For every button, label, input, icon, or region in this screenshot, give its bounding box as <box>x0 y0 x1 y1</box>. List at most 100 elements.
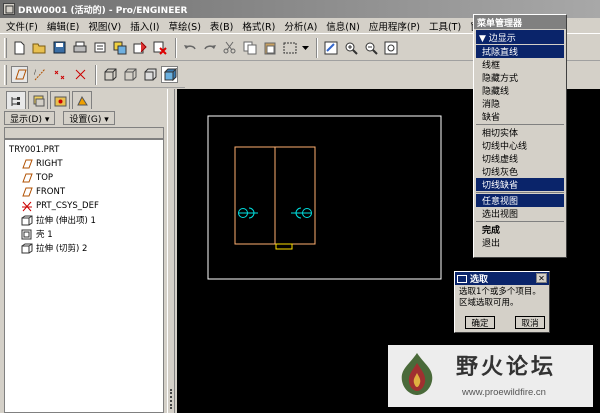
menu-edit[interactable]: 编辑(E) <box>47 19 79 33</box>
menu-table[interactable]: 表(B) <box>210 19 233 33</box>
cut-feature <box>275 243 293 250</box>
tree-label: 拉伸 (伸出项) 1 <box>36 216 96 226</box>
menu-option-no-hidden[interactable]: 消隐 <box>476 97 564 110</box>
display-toolbar: / <box>0 62 185 88</box>
zoom-fit-icon[interactable] <box>382 39 399 56</box>
model-tree: TRY001.PRT RIGHT TOP FRONT PRT_CSYS_DEF … <box>4 139 164 413</box>
menu-option-default[interactable]: 缺省 <box>476 110 564 123</box>
menu-option-tangent-dashed[interactable]: 切线虚线 <box>476 152 564 165</box>
menu-tools[interactable]: 工具(T) <box>429 19 461 33</box>
toolbar-separator <box>95 64 97 85</box>
paste-icon[interactable] <box>261 39 278 56</box>
datum-point-icon[interactable] <box>51 66 68 83</box>
hidden-line-icon[interactable] <box>121 66 138 83</box>
menu-info[interactable]: 信息(N) <box>326 19 360 33</box>
close-icon[interactable]: ✕ <box>536 273 547 283</box>
csys-icon <box>21 201 33 212</box>
settings-dropdown[interactable]: 设置(G) ▾ <box>63 111 115 125</box>
menu-option-tangent-solid[interactable]: 相切实体 <box>476 126 564 139</box>
favorites-tab[interactable] <box>50 91 70 109</box>
delete-icon[interactable] <box>151 39 168 56</box>
tree-node-top[interactable]: TOP <box>5 171 163 185</box>
save-icon[interactable] <box>51 39 68 56</box>
tree-node-csys[interactable]: PRT_CSYS_DEF <box>5 199 163 213</box>
select-dialog-message: 选取1个或多个项目。 区域选取可用。 <box>455 285 549 309</box>
cancel-button[interactable]: 取消 <box>515 316 545 329</box>
new-icon[interactable] <box>11 39 28 56</box>
ok-button[interactable]: 确定 <box>465 316 495 329</box>
tree-label: FRONT <box>36 187 66 197</box>
tree-label: 壳 1 <box>36 230 53 240</box>
undo-icon[interactable] <box>181 39 198 56</box>
model-tree-tab[interactable] <box>6 91 26 109</box>
zoom-in-icon[interactable] <box>342 39 359 56</box>
show-dropdown[interactable]: 显示(D) ▾ <box>4 111 56 125</box>
select-dialog-titlebar[interactable]: 选取 ✕ <box>455 272 549 285</box>
tree-label: PRT_CSYS_DEF <box>36 201 99 211</box>
menu-view[interactable]: 视图(V) <box>88 19 121 33</box>
panel-splitter[interactable] <box>167 89 175 413</box>
wireframe-icon[interactable] <box>101 66 118 83</box>
extrude-icon <box>21 215 33 226</box>
tree-node-extrude-2[interactable]: 拉伸 (切剪) 2 <box>5 241 163 255</box>
panel-buttons: 显示(D) ▾ 设置(G) ▾ <box>4 111 123 125</box>
print-icon[interactable] <box>71 39 88 56</box>
redo-icon[interactable] <box>201 39 218 56</box>
tree-node-extrude-1[interactable]: 拉伸 (伸出项) 1 <box>5 213 163 227</box>
menu-option-any-view[interactable]: 任意视图 <box>476 194 564 207</box>
select-dialog-title: 选取 <box>470 275 489 285</box>
shaded-icon[interactable] <box>161 66 178 83</box>
toolbar-separator <box>316 37 318 58</box>
send-icon[interactable] <box>91 39 108 56</box>
menu-option-hidden-mode[interactable]: 隐藏方式 <box>476 71 564 84</box>
menu-option-hidden-line[interactable]: 隐藏线 <box>476 84 564 97</box>
tree-label: RIGHT <box>36 159 63 169</box>
zoom-out-icon[interactable] <box>362 39 379 56</box>
toolbar-grip[interactable] <box>4 37 7 58</box>
datum-plane-icon[interactable] <box>11 66 28 83</box>
toolbar-separator <box>175 37 177 58</box>
menu-option-wireframe[interactable]: 线框 <box>476 58 564 71</box>
repaint-icon[interactable] <box>322 39 339 56</box>
folder-browser-tab[interactable] <box>28 91 48 109</box>
copy-icon[interactable] <box>241 39 258 56</box>
open-icon[interactable] <box>31 39 48 56</box>
hole-right <box>291 207 312 219</box>
menu-format[interactable]: 格式(R) <box>242 19 275 33</box>
menu-option-tangent-default[interactable]: 切线缺省 <box>476 178 564 191</box>
edge-display-header[interactable]: ▼ 边显示 <box>476 30 564 44</box>
menu-manager-title: 菜单管理器 <box>474 15 566 29</box>
menu-option-erase-line[interactable]: 拭除直线 <box>476 45 564 58</box>
select-dialog-buttons: 确定 取消 <box>465 316 565 329</box>
menu-analysis[interactable]: 分析(A) <box>284 19 317 33</box>
csys-icon[interactable] <box>71 66 88 83</box>
select-box-icon[interactable] <box>281 39 298 56</box>
regen-icon[interactable] <box>111 39 128 56</box>
menu-option-quit[interactable]: 退出 <box>476 236 564 249</box>
menu-option-tangent-gray[interactable]: 切线灰色 <box>476 165 564 178</box>
tree-node-front[interactable]: FRONT <box>5 185 163 199</box>
menu-sketch[interactable]: 草绘(S) <box>168 19 200 33</box>
menu-option-pick-view[interactable]: 选出视图 <box>476 207 564 220</box>
cut-icon[interactable] <box>221 39 238 56</box>
menu-applications[interactable]: 应用程序(P) <box>369 19 420 33</box>
no-hidden-icon[interactable] <box>141 66 158 83</box>
connections-tab[interactable] <box>72 91 92 109</box>
forum-watermark: 野火论坛 www.proewildfire.cn <box>388 345 593 407</box>
chevron-down-icon[interactable] <box>301 39 309 56</box>
datum-plane-icon <box>21 159 33 170</box>
tree-node-root[interactable]: TRY001.PRT <box>5 143 163 157</box>
toolbar-grip[interactable] <box>4 64 7 85</box>
datum-plane-icon <box>21 187 33 198</box>
drawing-sheet-border <box>207 115 442 280</box>
tree-node-shell[interactable]: 壳 1 <box>5 227 163 241</box>
menu-option-done[interactable]: 完成 <box>476 223 564 236</box>
select-message-line2: 区域选取可用。 <box>459 298 519 308</box>
layer-icon[interactable] <box>131 39 148 56</box>
datum-axis-icon[interactable]: / <box>31 66 48 83</box>
menu-option-tangent-centerline[interactable]: 切线中心线 <box>476 139 564 152</box>
menu-file[interactable]: 文件(F) <box>6 19 38 33</box>
tree-label: 拉伸 (切剪) 2 <box>36 244 88 254</box>
menu-insert[interactable]: 插入(I) <box>130 19 159 33</box>
tree-node-right[interactable]: RIGHT <box>5 157 163 171</box>
